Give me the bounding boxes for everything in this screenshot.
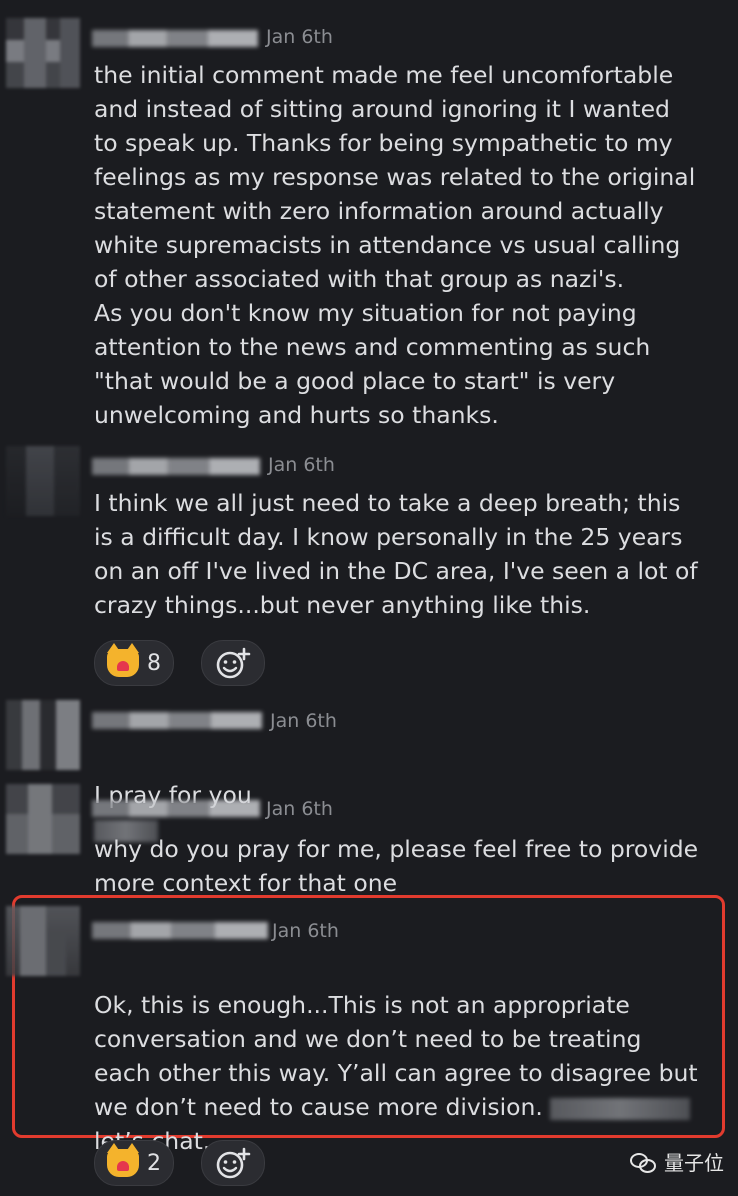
add-reaction-button[interactable]: [201, 640, 265, 686]
message-timestamp[interactable]: Jan 6th: [268, 454, 335, 476]
message-timestamp[interactable]: Jan 6th: [266, 26, 333, 48]
message-text: I think we all just need to take a deep …: [94, 489, 698, 619]
add-emoji-icon: [216, 647, 251, 679]
avatar[interactable]: [6, 906, 80, 976]
blurred-username[interactable]: [92, 800, 260, 817]
heart-eyes-cat-emoji: [107, 643, 139, 677]
reaction-pill[interactable]: 8: [94, 640, 174, 686]
message-timestamp[interactable]: Jan 6th: [272, 920, 339, 942]
message-timestamp[interactable]: Jan 6th: [266, 798, 333, 820]
message-timestamp[interactable]: Jan 6th: [270, 710, 337, 732]
heart-eyes-cat-emoji: [107, 1143, 139, 1177]
add-emoji-icon: [216, 1147, 251, 1179]
reaction-count: 8: [147, 650, 161, 676]
blurred-mention: [550, 1097, 691, 1120]
blurred-username[interactable]: [92, 922, 268, 939]
add-reaction-button[interactable]: [201, 1140, 265, 1186]
wechat-icon: [630, 1151, 656, 1173]
message-text: the initial comment made me feel uncomfo…: [94, 61, 696, 429]
avatar[interactable]: [6, 18, 80, 88]
watermark-text: 量子位: [664, 1151, 724, 1175]
avatar[interactable]: [6, 700, 80, 770]
avatar[interactable]: [6, 446, 80, 516]
blurred-username[interactable]: [92, 712, 262, 729]
avatar[interactable]: [6, 784, 80, 854]
reaction-pill[interactable]: 2: [94, 1140, 174, 1186]
reaction-count: 2: [147, 1150, 161, 1176]
message-text: why do you pray for me, please feel free…: [94, 835, 699, 897]
message-text: Ok, this is enough...This is not an appr…: [94, 954, 724, 1158]
message-text: I pray for you: [94, 744, 724, 846]
blurred-username[interactable]: [92, 458, 260, 475]
watermark: 量子位: [630, 1147, 724, 1176]
blurred-username[interactable]: [92, 30, 258, 47]
